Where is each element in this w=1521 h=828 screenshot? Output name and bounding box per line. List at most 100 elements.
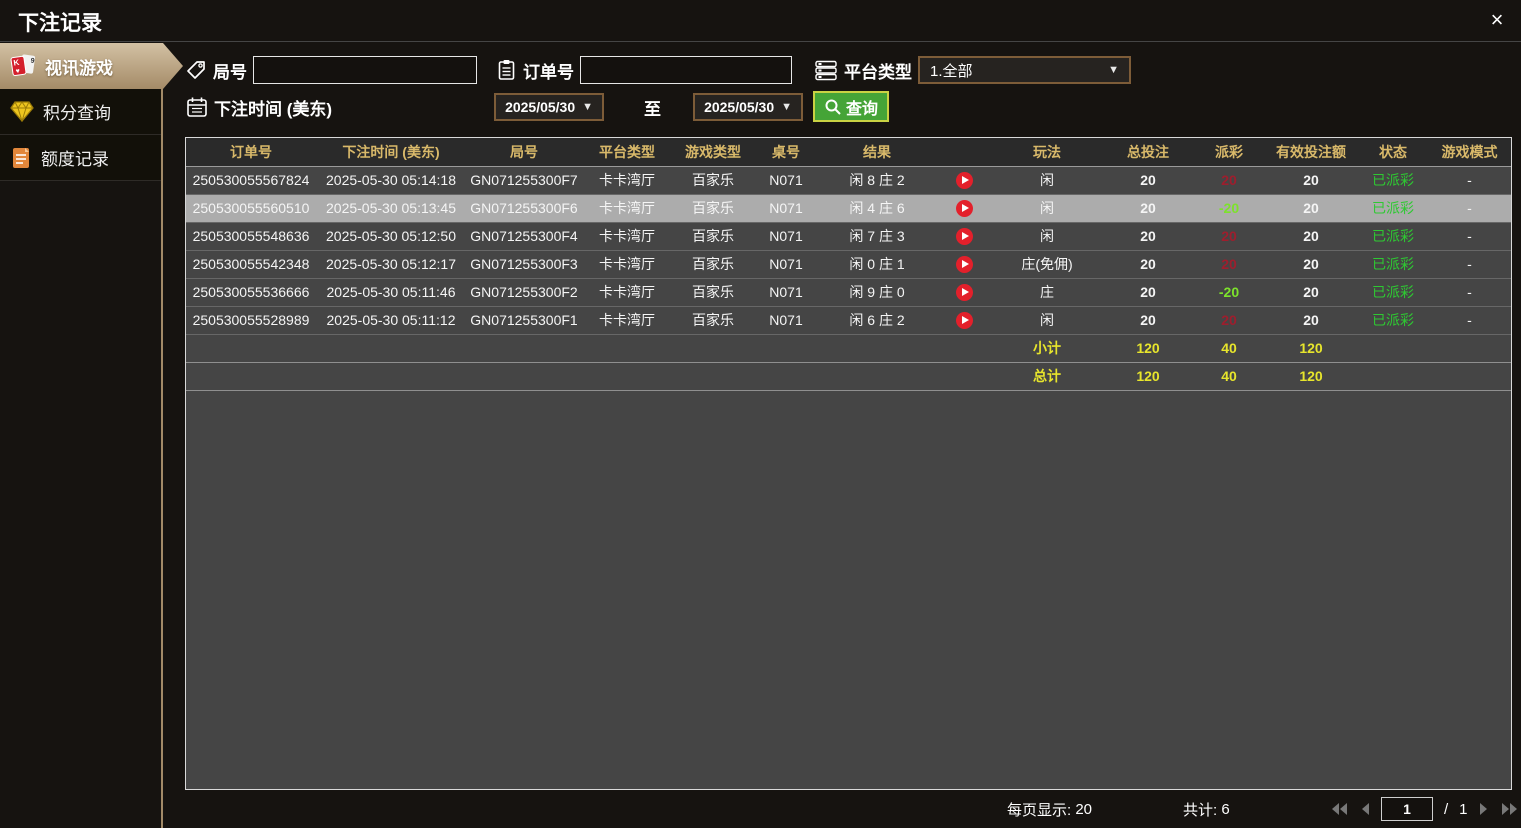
cell-order-no: 250530055548636 <box>186 222 316 251</box>
cell-valid-bet: 20 <box>1264 222 1358 251</box>
play-video-icon[interactable] <box>955 255 973 273</box>
cell-play-type: 庄(免佣) <box>992 250 1102 279</box>
status-badge: 已派彩 <box>1358 278 1428 307</box>
cell-game-type: 百家乐 <box>672 166 754 195</box>
cell-payout: 20 <box>1194 222 1264 251</box>
subtotal-valid-bet: 120 <box>1264 334 1358 363</box>
play-video-icon[interactable] <box>955 199 973 217</box>
cell-order-no: 250530055560510 <box>186 194 316 223</box>
cell-platform: 卡卡湾厅 <box>582 166 672 195</box>
query-button-label: 查询 <box>846 100 879 118</box>
play-video-icon[interactable] <box>955 283 973 301</box>
cell-replay <box>936 194 992 223</box>
cell-result: 闲 6 庄 2 <box>818 306 936 335</box>
platform-selected-value: 1.全部 <box>930 62 973 80</box>
order-label: 订单号 <box>523 62 574 82</box>
cell-game-mode: - <box>1428 250 1511 279</box>
cell-order-no: 250530055542348 <box>186 250 316 279</box>
cell-game-type: 百家乐 <box>672 250 754 279</box>
page-input[interactable] <box>1381 797 1433 821</box>
status-badge: 已派彩 <box>1358 222 1428 251</box>
titlebar: 下注记录 × <box>0 0 1521 42</box>
date-to-select[interactable]: 2025/05/30 ▼ <box>693 93 804 121</box>
playing-cards-icon: 9 K♥ <box>10 54 36 76</box>
diamond-icon <box>10 101 34 122</box>
last-page-icon[interactable] <box>1500 802 1518 816</box>
cell-bet-time: 2025-05-30 05:12:17 <box>316 250 466 279</box>
cell-table-no: N071 <box>754 222 818 251</box>
cell-play-type: 庄 <box>992 278 1102 307</box>
first-page-icon[interactable] <box>1331 802 1349 816</box>
document-icon <box>13 147 29 168</box>
cell-replay <box>936 222 992 251</box>
cell-game-mode: - <box>1428 166 1511 195</box>
cell-result: 闲 0 庄 1 <box>818 250 936 279</box>
page-separator: / <box>1444 800 1449 818</box>
calendar-icon <box>187 97 207 117</box>
table-row[interactable]: 250530055548636 2025-05-30 05:12:50 GN07… <box>186 222 1511 251</box>
tag-icon <box>187 60 205 79</box>
cell-payout: -20 <box>1194 194 1264 223</box>
cell-play-type: 闲 <box>992 194 1102 223</box>
col-header-game-type: 游戏类型 <box>672 138 754 167</box>
cell-valid-bet: 20 <box>1264 306 1358 335</box>
platform-select[interactable]: 1.全部 ▼ <box>918 56 1131 84</box>
cell-payout: -20 <box>1194 278 1264 307</box>
cell-total-bet: 20 <box>1102 194 1194 223</box>
cell-platform: 卡卡湾厅 <box>582 194 672 223</box>
play-video-icon[interactable] <box>955 227 973 245</box>
query-button[interactable]: 查询 <box>813 91 890 122</box>
filter-panel: 局号 订单号 平台类型 1.全部 ▼ 下注时间 (美东) 2025/05/30 … <box>183 43 1521 137</box>
sidebar-item-video-games[interactable]: 9 K ♥ 视讯游戏 <box>0 43 183 89</box>
date-from-select[interactable]: 2025/05/30 ▼ <box>494 93 605 121</box>
previous-page-icon[interactable] <box>1360 802 1370 816</box>
sidebar-item-points-query[interactable]: 积分查询 <box>0 89 161 135</box>
col-header-total-bet: 总投注 <box>1102 138 1194 167</box>
cell-result: 闲 8 庄 2 <box>818 166 936 195</box>
cell-table-no: N071 <box>754 166 818 195</box>
search-icon <box>825 99 841 115</box>
cell-table-no: N071 <box>754 250 818 279</box>
order-input[interactable] <box>580 56 792 84</box>
page-title: 下注记录 <box>18 12 102 35</box>
table-row[interactable]: 250530055567824 2025-05-30 05:14:18 GN07… <box>186 166 1511 195</box>
per-page-value: 20 <box>1075 800 1093 818</box>
cell-round-no: GN071255300F4 <box>466 222 582 251</box>
cell-play-type: 闲 <box>992 222 1102 251</box>
cell-table-no: N071 <box>754 194 818 223</box>
play-video-icon[interactable] <box>955 311 973 329</box>
cell-result: 闲 7 庄 3 <box>818 222 936 251</box>
close-icon[interactable]: × <box>1483 7 1511 35</box>
cell-replay <box>936 166 992 195</box>
clipboard-icon <box>498 60 515 80</box>
grand-total-payout: 40 <box>1194 362 1264 391</box>
table-row[interactable]: 250530055542348 2025-05-30 05:12:17 GN07… <box>186 250 1511 279</box>
cell-bet-time: 2025-05-30 05:14:18 <box>316 166 466 195</box>
table-row[interactable]: 250530055560510 2025-05-30 05:13:45 GN07… <box>186 194 1511 223</box>
status-badge: 已派彩 <box>1358 250 1428 279</box>
cell-game-mode: - <box>1428 278 1511 307</box>
sidebar-item-label: 积分查询 <box>43 104 111 123</box>
cell-round-no: GN071255300F2 <box>466 278 582 307</box>
col-header-replay <box>936 138 992 167</box>
round-input[interactable] <box>253 56 477 84</box>
status-badge: 已派彩 <box>1358 194 1428 223</box>
cell-result: 闲 4 庄 6 <box>818 194 936 223</box>
sidebar-item-quota-records[interactable]: 额度记录 <box>0 135 161 181</box>
cell-play-type: 闲 <box>992 306 1102 335</box>
chevron-down-icon: ▼ <box>781 101 793 113</box>
table-row[interactable]: 250530055528989 2025-05-30 05:11:12 GN07… <box>186 306 1511 335</box>
chevron-down-icon: ▼ <box>582 101 594 113</box>
next-page-icon[interactable] <box>1479 802 1489 816</box>
play-video-icon[interactable] <box>955 171 973 189</box>
table-row[interactable]: 250530055536666 2025-05-30 05:11:46 GN07… <box>186 278 1511 307</box>
cell-valid-bet: 20 <box>1264 166 1358 195</box>
platform-label: 平台类型 <box>844 62 912 82</box>
order-filter: 订单号 <box>496 56 792 84</box>
subtotal-payout: 40 <box>1194 334 1264 363</box>
bet-time-label: 下注时间 (美东) <box>214 99 333 119</box>
round-label: 局号 <box>213 62 247 82</box>
cell-game-mode: - <box>1428 194 1511 223</box>
chevron-down-icon: ▼ <box>1108 64 1119 76</box>
cell-replay <box>936 306 992 335</box>
